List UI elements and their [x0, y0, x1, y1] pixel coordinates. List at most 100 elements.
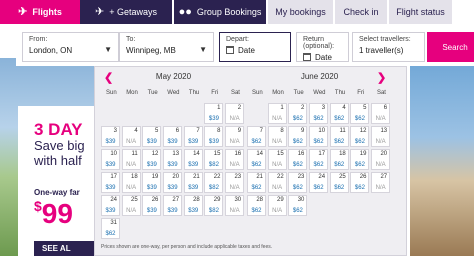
day-price: $39 — [188, 162, 199, 168]
day-price: $39 — [105, 208, 116, 214]
calendar-day[interactable]: 20 $39 — [163, 172, 183, 193]
promo-price: $99 — [34, 198, 73, 230]
return-date-field[interactable]: Return (optional): Date — [296, 32, 349, 62]
calendar-day[interactable]: 19 $39 — [142, 172, 162, 193]
day-price: N/A — [229, 208, 240, 214]
calendar-day[interactable]: 28 $62 — [247, 195, 266, 216]
tab-group-bookings[interactable]: ●● Group Bookings — [174, 0, 266, 24]
weekday-label: Fri — [357, 90, 365, 96]
day-number: 28 — [193, 197, 200, 203]
empty-day-cell — [184, 103, 203, 124]
calendar-day[interactable]: 3 $39 — [101, 126, 120, 147]
date-picker-calendar: ❮ ❯ May 2020 Sun Mon Tue Wed Thu Fri Sat 1 $39 2… — [94, 66, 407, 256]
calendar-day[interactable]: 9 $62 — [288, 126, 308, 147]
day-price: N/A — [126, 139, 137, 145]
calendar-day[interactable]: 10 $62 — [309, 126, 329, 147]
calendar-day[interactable]: 18 $62 — [329, 149, 349, 170]
search-button[interactable]: Search — [427, 32, 474, 62]
calendar-day[interactable]: 17 $62 — [309, 149, 329, 170]
weekday-label: Wed — [167, 90, 180, 96]
calendar-day[interactable]: 10 $39 — [101, 149, 120, 170]
calendar-day: 11 N/A — [121, 149, 141, 170]
calendar-day[interactable]: 21 $39 — [183, 172, 203, 193]
travellers-field[interactable]: Select travellers: 1 traveller(s) — [352, 32, 425, 62]
day-number: 5 — [363, 105, 367, 111]
calendar-day: 4 N/A — [121, 126, 141, 147]
flight-search-bar: From: London, ON ▼ To: Winnipeg, MB ▼ De… — [16, 24, 474, 66]
calendar-day[interactable]: 17 $39 — [101, 172, 120, 193]
day-price: $62 — [334, 185, 345, 191]
weekday-label: Tue — [293, 90, 304, 96]
day-number: 10 — [110, 151, 117, 157]
calendar-day[interactable]: 1 $39 — [204, 103, 224, 124]
calendar-day[interactable]: 25 $62 — [329, 172, 349, 193]
calendar-day[interactable]: 24 $39 — [101, 195, 120, 216]
calendar-day[interactable]: 28 $39 — [183, 195, 203, 216]
day-number: 15 — [213, 151, 221, 157]
depart-date-field[interactable]: Depart: Date — [219, 32, 291, 62]
calendar-day[interactable]: 12 $39 — [142, 149, 162, 170]
day-number: 24 — [110, 197, 117, 203]
day-number: 28 — [256, 197, 263, 203]
tab-my-bookings[interactable]: My bookings — [268, 0, 333, 24]
to-value: Winnipeg, MB — [126, 46, 176, 55]
calendar-day[interactable]: 8 $39 — [204, 126, 224, 147]
calendar-day[interactable]: 7 $39 — [183, 126, 203, 147]
day-price: $62 — [334, 162, 345, 168]
tab-flights-label: Flights — [32, 7, 62, 17]
tab-getaways[interactable]: ✈ + Getaways — [80, 0, 172, 24]
calendar-day[interactable]: 30 $62 — [288, 195, 308, 216]
day-number: 10 — [318, 128, 326, 134]
plane-bed-icon: ✈ — [95, 5, 105, 18]
calendar-day: 1 N/A — [267, 103, 287, 124]
calendar-day[interactable]: 2 $62 — [288, 103, 308, 124]
day-number: 13 — [380, 128, 388, 134]
day-price: N/A — [229, 116, 240, 122]
day-number: 7 — [259, 128, 263, 134]
month-grid: 1 N/A 2 $62 3 $62 4 $62 5 $62 6 N/A 7 $62 8 N/A 9 $62 10 $6… — [247, 103, 392, 216]
calendar-day[interactable]: 14 $62 — [247, 149, 266, 170]
calendar-day: 22 N/A — [267, 172, 287, 193]
calendar-day[interactable]: 12 $62 — [350, 126, 370, 147]
calendar-day[interactable]: 23 $62 — [288, 172, 308, 193]
calendar-day: 9 N/A — [225, 126, 245, 147]
calendar-day[interactable]: 5 $62 — [350, 103, 370, 124]
calendar-day[interactable]: 11 $62 — [329, 126, 349, 147]
see-all-button[interactable]: SEE AL — [34, 241, 102, 256]
calendar-day[interactable]: 7 $62 — [247, 126, 266, 147]
chevron-down-icon: ▼ — [104, 45, 112, 54]
calendar-day[interactable]: 24 $62 — [309, 172, 329, 193]
day-price: N/A — [375, 139, 386, 145]
day-price: $62 — [292, 139, 303, 145]
from-field[interactable]: From: London, ON ▼ — [22, 32, 119, 62]
day-price: $39 — [208, 139, 219, 145]
calendar-day[interactable]: 26 $39 — [142, 195, 162, 216]
day-price: N/A — [272, 162, 283, 168]
day-number: 14 — [256, 151, 263, 157]
calendar-day[interactable]: 22 $82 — [204, 172, 224, 193]
calendar-day[interactable]: 27 $39 — [163, 195, 183, 216]
calendar-day[interactable]: 3 $62 — [309, 103, 329, 124]
tab-flight-status[interactable]: Flight status — [389, 0, 452, 24]
calendar-day[interactable]: 4 $62 — [329, 103, 349, 124]
day-price: $62 — [105, 231, 116, 237]
calendar-day[interactable]: 19 $62 — [350, 149, 370, 170]
to-field[interactable]: To: Winnipeg, MB ▼ — [119, 32, 214, 62]
tab-flights[interactable]: ✈ Flights — [0, 0, 80, 24]
day-price: $62 — [354, 116, 365, 122]
calendar-day[interactable]: 5 $39 — [142, 126, 162, 147]
calendar-day[interactable]: 29 $82 — [204, 195, 224, 216]
calendar-day[interactable]: 21 $62 — [247, 172, 266, 193]
calendar-day[interactable]: 26 $62 — [350, 172, 370, 193]
calendar-day[interactable]: 6 $39 — [163, 126, 183, 147]
day-price: $82 — [208, 185, 219, 191]
calendar-day[interactable]: 13 $39 — [163, 149, 183, 170]
weekday-header: Sun Mon Tue Wed Thu Fri Sat — [101, 90, 246, 102]
calendar-day[interactable]: 14 $39 — [183, 149, 203, 170]
day-price: $62 — [292, 162, 303, 168]
calendar-day[interactable]: 15 $82 — [204, 149, 224, 170]
tab-check-in[interactable]: Check in — [335, 0, 387, 24]
calendar-day: 13 N/A — [371, 126, 391, 147]
calendar-day[interactable]: 31 $62 — [101, 218, 120, 239]
calendar-day[interactable]: 16 $62 — [288, 149, 308, 170]
